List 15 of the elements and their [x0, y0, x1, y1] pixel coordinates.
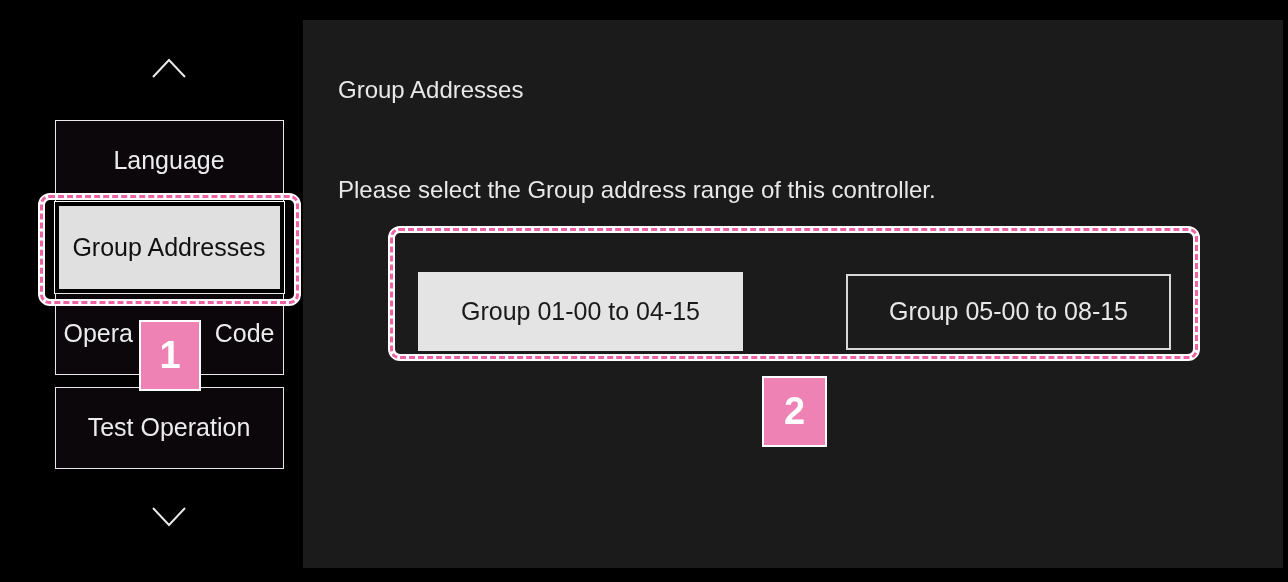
range-option-button[interactable]: Group 01-00 to 04-15: [418, 272, 743, 351]
menu-item[interactable]: Test Operation: [54, 387, 284, 469]
menu-item-label: Language: [113, 145, 225, 177]
panel-title: Group Addresses: [338, 75, 525, 105]
chevron-up-icon[interactable]: [152, 58, 186, 78]
step-badge: 2: [762, 376, 827, 447]
menu-item-label: Opera: [63, 318, 133, 350]
menu-item-label: Group Addresses: [72, 231, 266, 263]
step-badge: 1: [139, 320, 201, 391]
range-option-button[interactable]: Group 05-00 to 08-15: [846, 273, 1171, 350]
instruction-text: Please select the Group address range of this controller.: [338, 175, 937, 205]
menu-item-label: Test Operation: [87, 412, 251, 444]
menu-item-label: Code: [214, 318, 275, 350]
menu-item[interactable]: Language: [54, 120, 284, 202]
chevron-down-icon[interactable]: [152, 507, 186, 527]
